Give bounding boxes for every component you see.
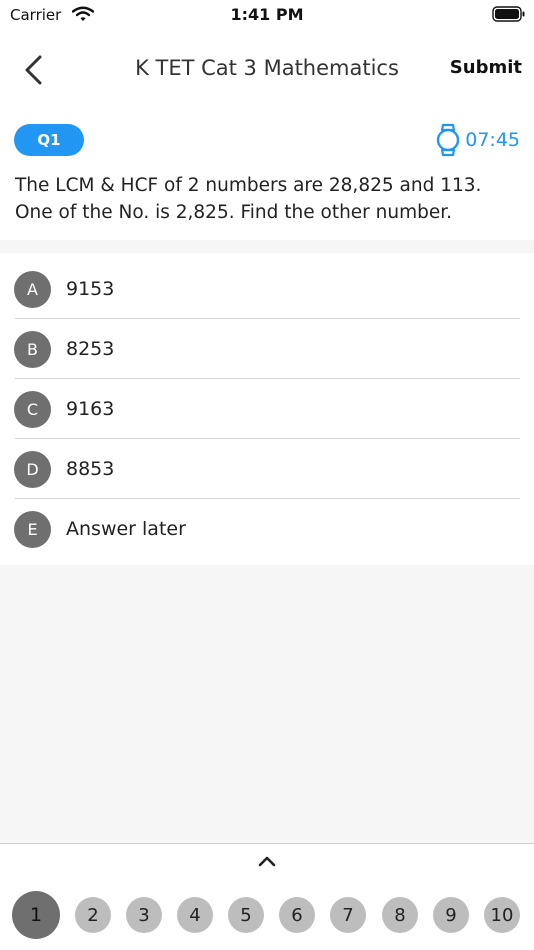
status-time: 1:41 PM (230, 5, 304, 24)
status-bar: Carrier 1:41 PM (0, 0, 534, 30)
option-letter-badge: B (14, 330, 51, 368)
option-letter-badge: D (14, 450, 51, 488)
page-dots: 1 2 3 4 5 6 7 8 9 10 (0, 888, 534, 940)
page-dot-1[interactable]: 1 (12, 891, 60, 939)
timer-value: 07:45 (465, 129, 520, 151)
question-text: The LCM & HCF of 2 numbers are 28,825 an… (15, 175, 482, 223)
battery-icon (492, 6, 525, 22)
stopwatch-icon (437, 123, 460, 157)
option-letter-badge: E (14, 510, 51, 548)
options-list: A 9153 B 8253 C 9163 D 8853 E Answer lat… (0, 253, 534, 565)
option-c[interactable]: C 9163 (0, 379, 534, 439)
submit-button[interactable]: Submit (450, 57, 522, 78)
option-text: Answer later (66, 518, 186, 540)
chevron-left-icon (25, 55, 42, 85)
question-number-badge: Q1 (14, 124, 84, 156)
nav-bar: K TET Cat 3 Mathematics Submit (0, 30, 534, 110)
question-panel: Q1 07:45 The LCM & HCF of 2 numbers are … (0, 110, 534, 240)
page-dot-6[interactable]: 6 (279, 897, 315, 933)
option-text: 9163 (66, 398, 115, 420)
option-e[interactable]: E Answer later (0, 499, 534, 559)
chevron-up-icon[interactable] (256, 854, 278, 868)
page-title: K TET Cat 3 Mathematics (135, 56, 399, 80)
timer: 07:45 (435, 122, 520, 158)
page-dot-10[interactable]: 10 (484, 897, 520, 933)
option-text: 8853 (66, 458, 115, 480)
page-dot-9[interactable]: 9 (433, 897, 469, 933)
option-letter-badge: A (14, 270, 51, 308)
page-dot-8[interactable]: 8 (382, 897, 418, 933)
option-a[interactable]: A 9153 (0, 259, 534, 319)
option-text: 8253 (66, 338, 115, 360)
option-b[interactable]: B 8253 (0, 319, 534, 379)
page-dot-4[interactable]: 4 (177, 897, 213, 933)
page-dot-5[interactable]: 5 (228, 897, 264, 933)
option-letter-badge: C (14, 390, 51, 428)
page-dot-7[interactable]: 7 (330, 897, 366, 933)
page-dot-3[interactable]: 3 (126, 897, 162, 933)
option-text: 9153 (66, 278, 115, 300)
option-d[interactable]: D 8853 (0, 439, 534, 499)
back-button[interactable] (16, 50, 50, 90)
page-dot-2[interactable]: 2 (75, 897, 111, 933)
question-navigator: 1 2 3 4 5 6 7 8 9 10 (0, 843, 534, 950)
